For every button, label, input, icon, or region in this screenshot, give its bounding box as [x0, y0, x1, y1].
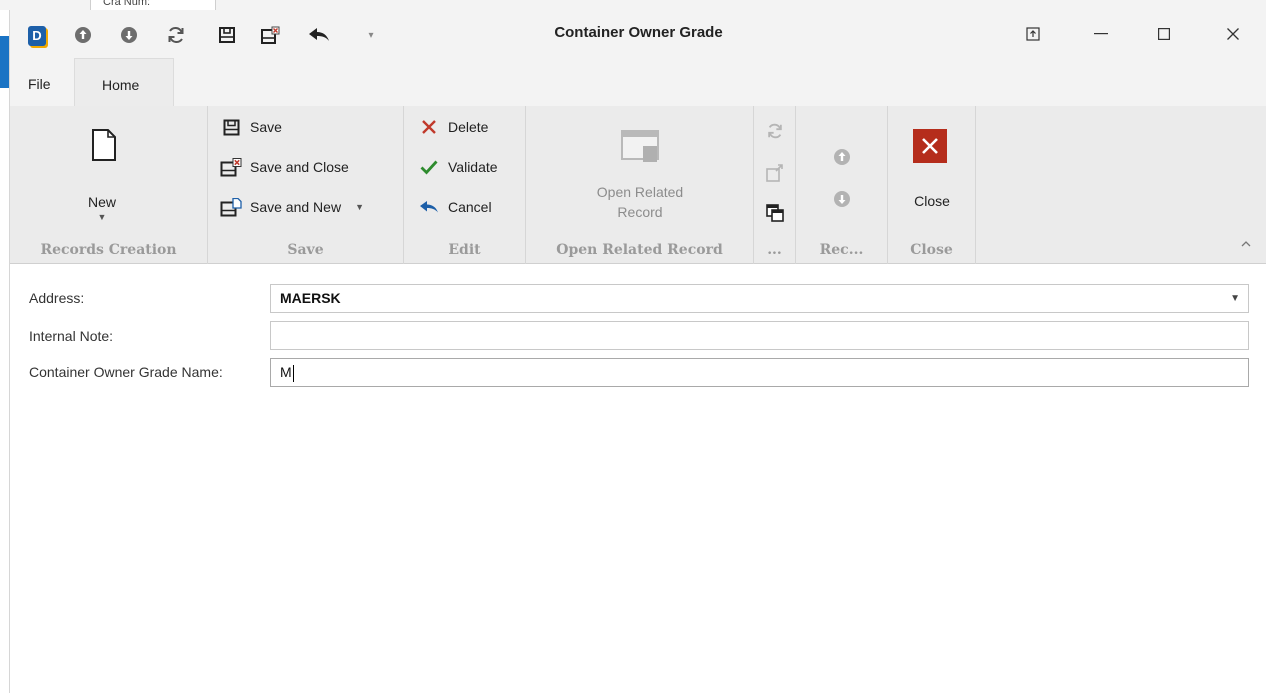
grade-name-label: Container Owner Grade Name:	[29, 364, 223, 380]
chevron-down-icon: ▼	[97, 212, 107, 222]
ribbon-tabs: File Home	[10, 58, 1266, 106]
grade-name-field[interactable]: M	[270, 358, 1249, 387]
group-rec: Rec...	[796, 106, 888, 264]
ribbon-display-options-icon[interactable]	[1013, 20, 1053, 48]
save-and-close-button[interactable]: Save and Close	[220, 157, 349, 176]
group-label-close: Close	[910, 242, 953, 258]
text-caret	[292, 364, 294, 382]
undo-arrow-icon	[418, 198, 440, 216]
ribbon: New ▼ Records Creation Save Save and Clo…	[10, 106, 1266, 264]
group-label-rec: Rec...	[819, 242, 864, 258]
save-button[interactable]: Save	[220, 118, 282, 136]
chevron-down-icon[interactable]: ▼	[1230, 293, 1240, 304]
minimize-icon[interactable]	[1081, 20, 1121, 48]
tab-file[interactable]: File	[28, 76, 51, 92]
new-button-label: New	[87, 194, 116, 210]
background-tab-fragment: Cra Num:	[90, 0, 216, 10]
close-button-label: Close	[914, 193, 950, 209]
export-icon[interactable]	[766, 164, 784, 185]
save-close-icon	[220, 157, 242, 176]
group-edit: Delete Validate Cancel Edit	[404, 106, 526, 264]
address-dropdown[interactable]: MAERSK ▼	[270, 284, 1249, 313]
group-label-save: Save	[287, 242, 324, 258]
group-misc: ...	[754, 106, 796, 264]
new-button[interactable]: New ▼	[62, 116, 142, 226]
group-label-misc: ...	[767, 242, 782, 258]
open-related-record-label-line2: Record	[617, 204, 663, 220]
group-label-edit: Edit	[448, 242, 481, 258]
next-record-icon[interactable]	[833, 190, 851, 211]
new-document-icon	[91, 128, 117, 165]
group-label-records-creation: Records Creation	[40, 242, 177, 258]
address-label: Address:	[29, 290, 85, 306]
close-x-icon	[913, 129, 947, 163]
tab-home[interactable]: Home	[74, 58, 174, 106]
close-button[interactable]: Close	[892, 116, 972, 216]
open-related-record-button[interactable]: Open Related Record	[556, 116, 724, 226]
delete-x-icon	[418, 118, 440, 136]
internal-note-field[interactable]	[270, 321, 1249, 350]
close-window-icon[interactable]	[1213, 20, 1253, 48]
dialog-window: D ▾ Container Owner Grade File Home New …	[9, 10, 1266, 693]
window-copy-icon[interactable]	[766, 204, 784, 225]
window-title: Container Owner Grade	[554, 24, 723, 41]
group-close: Close Close	[888, 106, 976, 264]
group-records-creation: New ▼ Records Creation	[10, 106, 208, 264]
delete-button[interactable]: Delete	[418, 118, 488, 136]
save-icon	[220, 118, 242, 136]
group-open-related-record: Open Related Record Open Related Record	[526, 106, 754, 264]
background-accent-bar	[0, 36, 9, 88]
validate-button[interactable]: Validate	[418, 158, 498, 176]
checkmark-icon	[418, 158, 440, 176]
save-new-icon	[220, 197, 242, 216]
group-save: Save Save and Close Save and New ▼ Save	[208, 106, 404, 264]
save-and-new-button[interactable]: Save and New ▼	[220, 197, 364, 216]
refresh-icon[interactable]	[766, 122, 784, 143]
open-related-record-icon	[621, 130, 659, 167]
internal-note-label: Internal Note:	[29, 328, 114, 344]
previous-record-icon[interactable]	[833, 148, 851, 169]
title-bar: D ▾ Container Owner Grade	[10, 10, 1266, 58]
open-related-record-label-line1: Open Related	[596, 184, 684, 200]
maximize-icon[interactable]	[1144, 20, 1184, 48]
cancel-button[interactable]: Cancel	[418, 198, 492, 216]
chevron-down-icon: ▼	[355, 202, 364, 212]
collapse-ribbon-icon[interactable]	[1241, 236, 1251, 250]
group-label-open-related-record: Open Related Record	[556, 242, 723, 258]
